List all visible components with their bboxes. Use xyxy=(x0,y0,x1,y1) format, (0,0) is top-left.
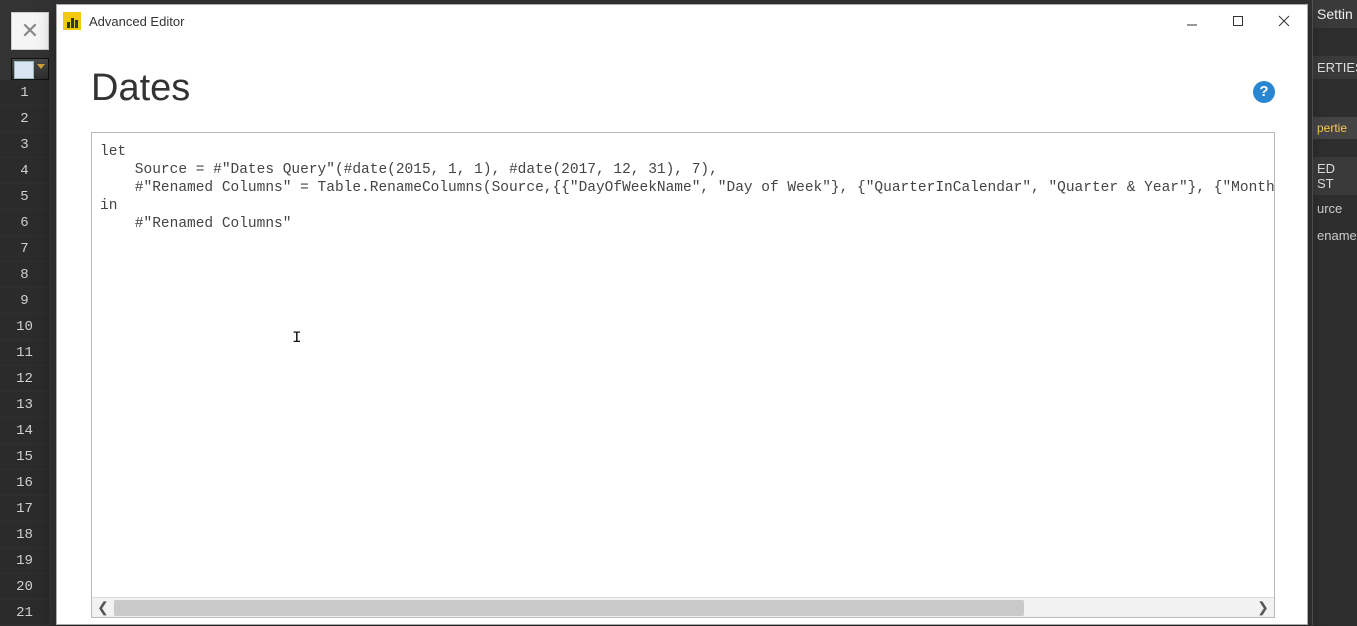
gutter-line-number: 12 xyxy=(0,366,49,392)
gutter-line-number: 15 xyxy=(0,444,49,470)
close-button[interactable] xyxy=(1261,5,1307,37)
gutter-line-number: 19 xyxy=(0,548,49,574)
gutter-line-number: 4 xyxy=(0,158,49,184)
bg-applied-steps-header: ED ST xyxy=(1313,157,1357,195)
scrollbar-thumb[interactable] xyxy=(114,600,1024,616)
gutter-line-number: 21 xyxy=(0,600,49,626)
minimize-icon xyxy=(1186,15,1198,27)
minimize-button[interactable] xyxy=(1169,5,1215,37)
gutter-line-number: 2 xyxy=(0,106,49,132)
window-title: Advanced Editor xyxy=(89,14,184,29)
gutter-line-number: 6 xyxy=(0,210,49,236)
gutter-line-number: 17 xyxy=(0,496,49,522)
gutter-line-number: 1 xyxy=(0,80,49,106)
powerbi-icon xyxy=(63,12,81,30)
gutter-line-number: 14 xyxy=(0,418,49,444)
dialog-body: Dates ? let Source = #"Dates Query"(#dat… xyxy=(57,37,1307,624)
gutter-line-number: 8 xyxy=(0,262,49,288)
scroll-right-button[interactable]: ❯ xyxy=(1252,598,1274,618)
scroll-left-button[interactable]: ❮ xyxy=(92,598,114,618)
bg-line-gutter: 123456789101112131415161718192021 xyxy=(0,80,49,625)
gutter-line-number: 11 xyxy=(0,340,49,366)
gutter-line-number: 10 xyxy=(0,314,49,340)
gutter-line-number: 20 xyxy=(0,574,49,600)
bg-step-source[interactable]: urce xyxy=(1313,195,1357,222)
bg-right-panel: Settin ERTIES pertie ED ST urce ename xyxy=(1312,0,1357,625)
text-caret-icon: I xyxy=(292,329,302,347)
gutter-line-number: 7 xyxy=(0,236,49,262)
gutter-line-number: 5 xyxy=(0,184,49,210)
gutter-line-number: 16 xyxy=(0,470,49,496)
horizontal-scrollbar[interactable]: ❮ ❯ xyxy=(92,597,1274,617)
bg-properties-header: ERTIES xyxy=(1313,56,1357,79)
close-icon xyxy=(1278,15,1290,27)
help-button[interactable]: ? xyxy=(1253,81,1275,103)
code-editor[interactable]: let Source = #"Dates Query"(#date(2015, … xyxy=(92,133,1274,597)
bg-close-tab-button[interactable]: ✕ xyxy=(11,12,49,50)
gutter-line-number: 13 xyxy=(0,392,49,418)
page-title: Dates xyxy=(91,67,190,110)
maximize-button[interactable] xyxy=(1215,5,1261,37)
code-editor-container: let Source = #"Dates Query"(#date(2015, … xyxy=(91,132,1275,618)
maximize-icon xyxy=(1232,15,1244,27)
gutter-line-number: 18 xyxy=(0,522,49,548)
bg-properties-link[interactable]: pertie xyxy=(1313,117,1357,139)
titlebar[interactable]: Advanced Editor xyxy=(57,5,1307,37)
gutter-line-number: 3 xyxy=(0,132,49,158)
gutter-line-number: 9 xyxy=(0,288,49,314)
bg-settings-header: Settin xyxy=(1313,0,1357,28)
advanced-editor-dialog: Advanced Editor Dates ? let Source = #"D… xyxy=(56,4,1308,625)
scrollbar-track[interactable] xyxy=(114,598,1252,618)
code-text[interactable]: let Source = #"Dates Query"(#date(2015, … xyxy=(92,133,1274,243)
bg-table-dropdown[interactable] xyxy=(11,58,49,80)
bg-step-renamed[interactable]: ename xyxy=(1313,222,1357,249)
